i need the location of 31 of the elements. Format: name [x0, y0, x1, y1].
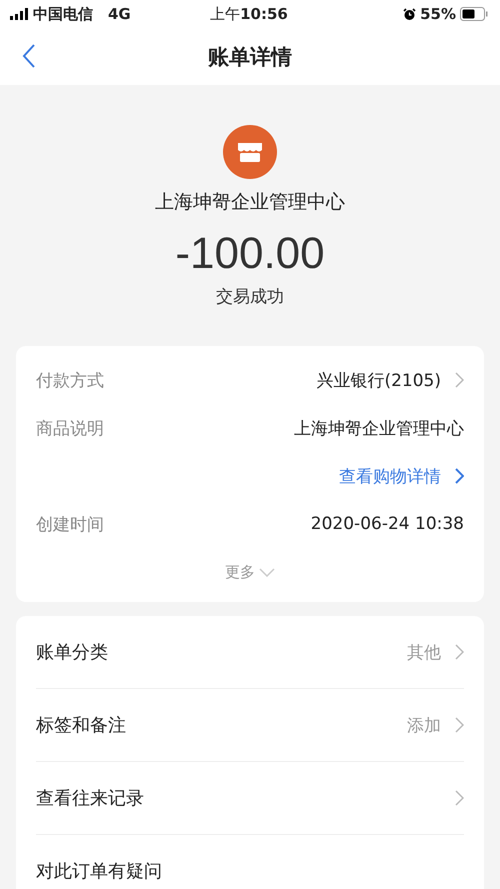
page-title: 账单详情: [208, 44, 292, 70]
detail-label: 付款方式: [36, 370, 105, 392]
chevron-icon: [455, 790, 464, 806]
amount: -100.00: [175, 229, 325, 279]
chevron-icon: [455, 468, 464, 484]
carrier-name: 中国电信: [33, 4, 93, 24]
chevron-icon: [455, 372, 464, 388]
transaction-status: 交易成功: [216, 286, 284, 308]
menu-item[interactable]: 对此订单有疑问: [36, 835, 464, 889]
merchant-name: 上海坤哿企业管理中心: [155, 190, 345, 215]
battery-percent: 55%: [420, 5, 456, 23]
time-period: 上午: [210, 4, 240, 22]
menu-item[interactable]: 标签和备注 添加: [36, 689, 464, 762]
back-icon[interactable]: [22, 43, 36, 69]
clock-time: 10:56: [240, 4, 288, 22]
detail-label: 创建时间: [36, 514, 105, 536]
chevron-down-icon: [259, 568, 275, 576]
chevron-icon: [455, 644, 464, 660]
detail-label: 商品说明: [36, 418, 105, 440]
shopping-details-link[interactable]: 查看购物详情: [339, 464, 441, 488]
menu-item[interactable]: 查看往来记录: [36, 762, 464, 835]
shop-icon: [223, 125, 277, 179]
battery-icon: [460, 7, 488, 21]
alarm-icon: [403, 8, 416, 20]
detail-value: 2020-06-24 10:38: [310, 514, 464, 534]
signal-icon: [10, 8, 28, 20]
chevron-icon: [455, 717, 464, 733]
detail-value: 上海坤哿企业管理中心: [294, 418, 464, 440]
detail-value[interactable]: 兴业银行(2105): [316, 368, 441, 392]
network-type: 4G: [108, 5, 131, 23]
menu-item[interactable]: 账单分类 其他: [36, 616, 464, 689]
